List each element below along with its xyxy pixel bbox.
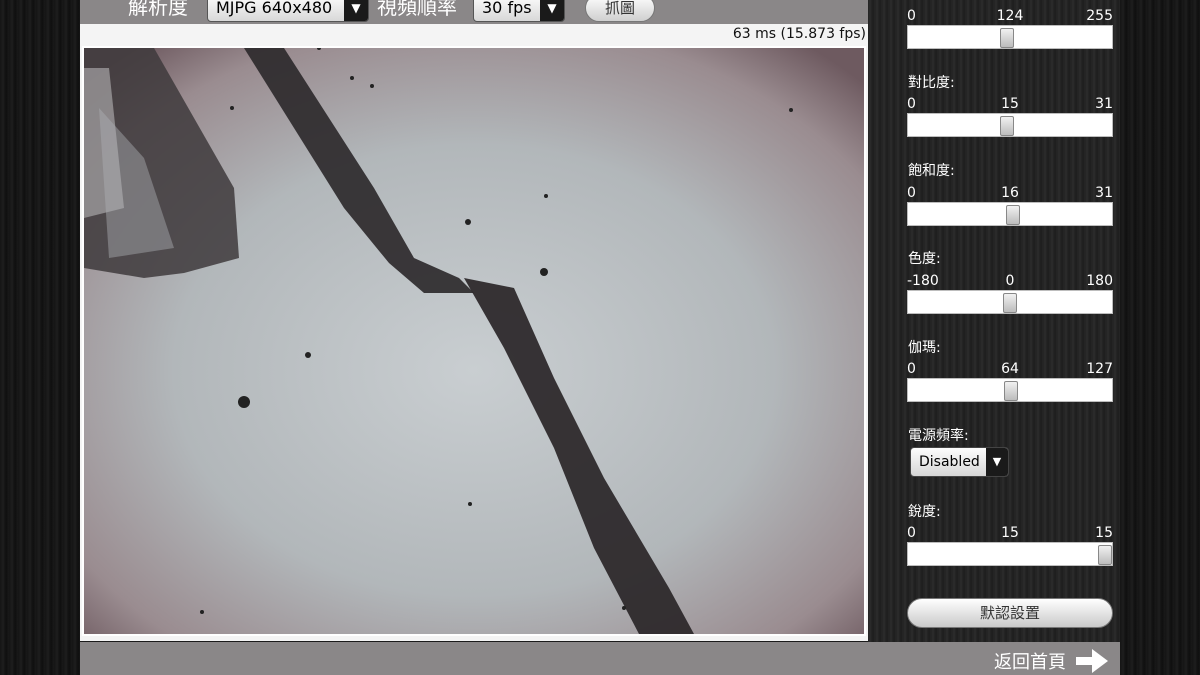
gamma-scale: 0 64 127 bbox=[907, 361, 1113, 377]
chevron-down-icon: ▼ bbox=[344, 0, 368, 21]
chevron-down-icon: ▼ bbox=[986, 448, 1008, 476]
saturation-label: 飽和度: bbox=[908, 163, 955, 179]
control-panel: 0 124 255 對比度: 0 15 31 飽和度: 0 16 31 色度: … bbox=[868, 0, 1120, 642]
hue-slider-thumb[interactable] bbox=[1003, 293, 1017, 313]
sharpness-value: 15 bbox=[1001, 525, 1019, 541]
saturation-slider-thumb[interactable] bbox=[1006, 205, 1020, 225]
power-frequency-label: 電源頻率: bbox=[908, 428, 969, 444]
top-toolbar: 解析度 MJPG 640x480 ▼ 視頻順率 30 fps ▼ 抓圖 bbox=[80, 0, 868, 24]
camera-preview bbox=[82, 46, 866, 636]
gamma-value: 64 bbox=[1001, 361, 1019, 377]
right-border bbox=[1120, 0, 1200, 675]
contrast-scale: 0 15 31 bbox=[907, 96, 1113, 112]
sharpness-label: 銳度: bbox=[908, 504, 941, 520]
gamma-label: 伽瑪: bbox=[908, 340, 941, 356]
hue-max: 180 bbox=[1086, 273, 1113, 289]
power-frequency-select[interactable]: Disabled ▼ bbox=[910, 447, 1009, 477]
chevron-down-icon: ▼ bbox=[540, 0, 564, 21]
back-home-label: 返回首頁 bbox=[994, 652, 1066, 673]
gamma-slider-thumb[interactable] bbox=[1004, 381, 1018, 401]
sharpness-slider[interactable] bbox=[907, 542, 1113, 566]
framerate-value: 30 fps bbox=[482, 0, 532, 17]
contrast-value: 15 bbox=[1001, 96, 1019, 112]
gamma-slider[interactable] bbox=[907, 378, 1113, 402]
capture-button[interactable]: 抓圖 bbox=[585, 0, 655, 22]
saturation-max: 31 bbox=[1095, 185, 1113, 201]
framerate-label: 視頻順率 bbox=[377, 0, 457, 19]
frame-time-readout: 63 ms (15.873 fps) bbox=[732, 26, 866, 42]
reset-defaults-button[interactable]: 默認設置 bbox=[907, 598, 1113, 628]
framerate-select[interactable]: 30 fps ▼ bbox=[473, 0, 565, 22]
arrow-right-icon bbox=[1076, 649, 1108, 673]
left-border bbox=[0, 0, 80, 675]
power-frequency-value: Disabled bbox=[919, 454, 980, 470]
hue-slider[interactable] bbox=[907, 290, 1113, 314]
sharpness-scale: 0 15 15 bbox=[907, 525, 1113, 541]
saturation-scale: 0 16 31 bbox=[907, 185, 1113, 201]
sharpness-max: 15 bbox=[1095, 525, 1113, 541]
resolution-value: MJPG 640x480 bbox=[216, 0, 333, 17]
brightness-slider[interactable] bbox=[907, 25, 1113, 49]
hue-value: 0 bbox=[1005, 273, 1015, 289]
video-frame: 63 ms (15.873 fps) bbox=[80, 24, 868, 641]
saturation-slider[interactable] bbox=[907, 202, 1113, 226]
brightness-scale: 0 124 255 bbox=[907, 8, 1113, 24]
bottom-bar: 返回首頁 bbox=[80, 642, 1120, 675]
contrast-slider[interactable] bbox=[907, 113, 1113, 137]
back-home-button[interactable]: 返回首頁 bbox=[994, 648, 1108, 674]
brightness-value: 124 bbox=[996, 8, 1024, 24]
camera-image bbox=[84, 48, 864, 634]
brightness-max: 255 bbox=[1086, 8, 1113, 24]
contrast-slider-thumb[interactable] bbox=[1000, 116, 1014, 136]
gamma-max: 127 bbox=[1086, 361, 1113, 377]
contrast-label: 對比度: bbox=[908, 75, 955, 91]
saturation-value: 16 bbox=[1001, 185, 1019, 201]
contrast-max: 31 bbox=[1095, 96, 1113, 112]
resolution-select[interactable]: MJPG 640x480 ▼ bbox=[207, 0, 369, 22]
hue-scale: -180 0 180 bbox=[907, 273, 1113, 289]
brightness-slider-thumb[interactable] bbox=[1000, 28, 1014, 48]
resolution-label: 解析度 bbox=[128, 0, 188, 19]
sharpness-slider-thumb[interactable] bbox=[1098, 545, 1112, 565]
hue-label: 色度: bbox=[908, 251, 941, 267]
